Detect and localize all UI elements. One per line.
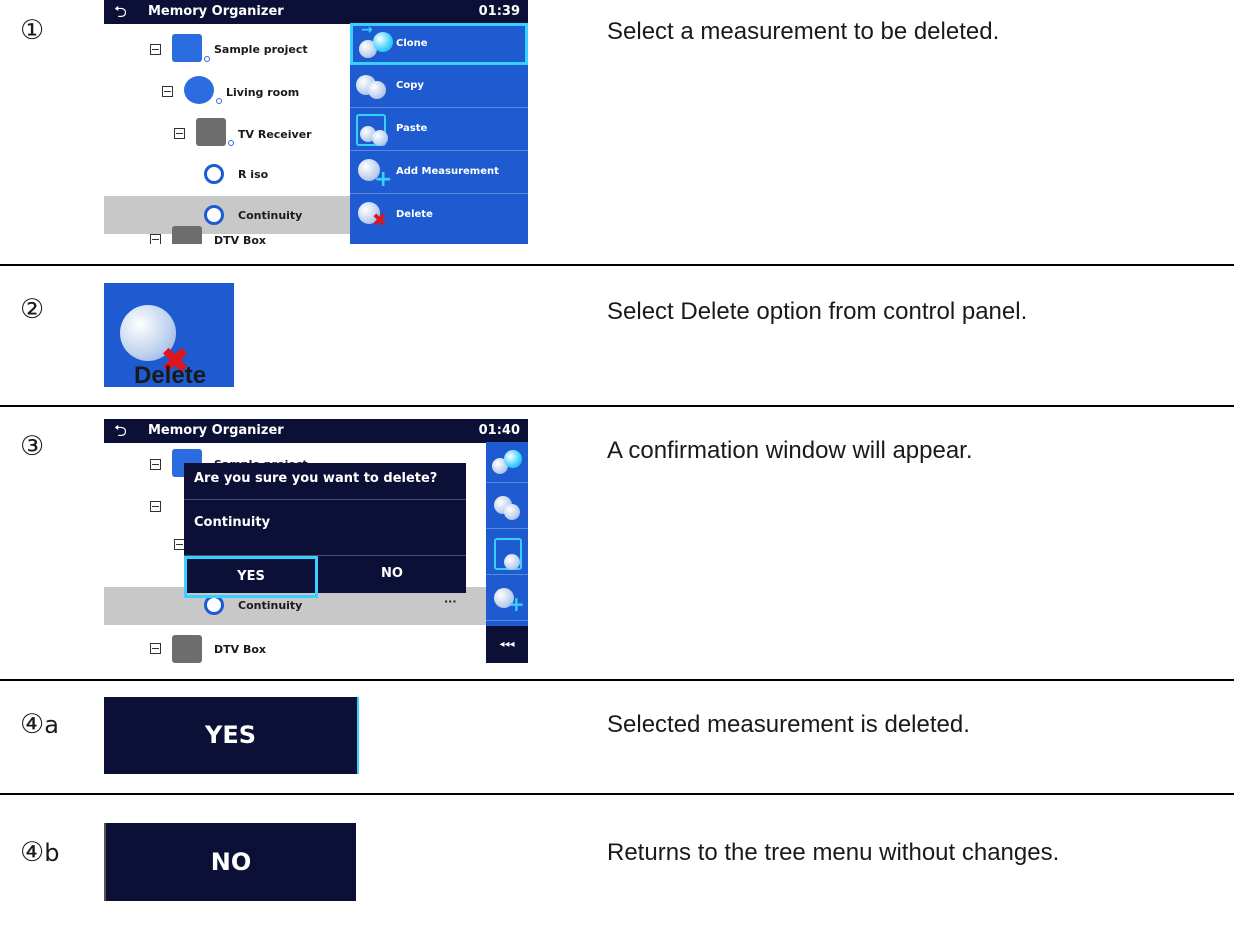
appliance-icon	[196, 118, 226, 146]
divider	[0, 405, 1234, 407]
memory-organizer-screen-1: ⮌ Memory Organizer 01:39 Sample project …	[104, 0, 528, 244]
collapse-icon[interactable]	[150, 44, 161, 55]
x-icon: ✖	[372, 210, 388, 231]
step-2-number: ②	[20, 294, 45, 325]
step-1-description: Select a measurement to be deleted.	[607, 18, 1000, 45]
screen-title: Memory Organizer	[148, 4, 284, 19]
control-panel: → Clone Copy Paste + Add Measurement ✖ D…	[350, 22, 528, 244]
clone-icon-ball	[504, 450, 522, 468]
tree-item-r-iso[interactable]: R iso	[238, 168, 268, 181]
paste-icon-ball	[372, 130, 388, 146]
paste-option[interactable]: Paste	[350, 108, 528, 151]
title-bar: ⮌ Memory Organizer 01:40	[104, 419, 528, 443]
tree-item-continuity[interactable]: Continuity	[238, 599, 302, 612]
collapse-icon[interactable]	[150, 501, 161, 512]
memory-organizer-screen-3: ⮌ Memory Organizer 01:40 Sample project …	[104, 419, 528, 663]
plus-icon: +	[508, 592, 525, 616]
copy-label: Copy	[396, 80, 424, 91]
node-dot-icon	[204, 56, 210, 62]
delete-label: Delete	[396, 209, 433, 220]
project-icon	[172, 34, 202, 62]
step-4b-number: ④b	[20, 839, 59, 866]
clone-option[interactable]	[486, 442, 528, 483]
yes-label: YES	[204, 721, 257, 749]
tree-item-sample-project[interactable]: Sample project	[214, 43, 308, 56]
clock: 01:40	[478, 423, 520, 438]
no-label: NO	[210, 848, 252, 876]
step-2-description: Select Delete option from control panel.	[607, 298, 1028, 325]
tree-item-continuity[interactable]: Continuity	[238, 209, 302, 222]
collapse-icon[interactable]	[174, 128, 185, 139]
back-icon[interactable]: ⮌	[114, 1, 127, 28]
step-4a-description: Selected measurement is deleted.	[607, 711, 970, 738]
node-dot-icon	[216, 98, 222, 104]
delete-caption: Delete	[134, 362, 207, 389]
node-dot-icon	[228, 140, 234, 146]
copy-option[interactable]	[486, 488, 528, 529]
measurement-icon	[204, 595, 224, 615]
no-button-large[interactable]: NO	[104, 823, 356, 901]
confirm-item-name: Continuity	[194, 515, 271, 530]
clone-label: Clone	[396, 38, 428, 49]
clock: 01:39	[478, 4, 520, 19]
back-icon[interactable]: ⮌	[114, 420, 127, 447]
control-panel-collapsed: + ◂◂◂	[486, 442, 528, 663]
measurement-icon	[204, 164, 224, 184]
yes-button[interactable]: YES	[184, 556, 318, 598]
tree-item-dtv-box[interactable]: DTV Box	[214, 643, 266, 656]
tree-item-dtv-box[interactable]: DTV Box	[214, 234, 266, 244]
delete-option[interactable]: ✖ Delete	[350, 194, 528, 236]
collapse-icon[interactable]	[150, 643, 161, 654]
paste-label: Paste	[396, 123, 428, 134]
collapse-icon[interactable]	[150, 234, 161, 244]
add-measurement-option[interactable]: +	[486, 580, 528, 621]
tree-item-living-room[interactable]: Living room	[226, 86, 299, 99]
copy-icon-ball	[504, 504, 520, 520]
yes-button-large[interactable]: YES	[104, 697, 359, 774]
appliance-icon	[172, 635, 202, 663]
step-3-number: ③	[20, 431, 45, 462]
clone-option[interactable]: → Clone	[350, 22, 528, 65]
expand-panel-button[interactable]: ◂◂◂	[486, 626, 528, 663]
no-button[interactable]: NO	[324, 557, 460, 591]
appliance-icon	[172, 226, 202, 244]
paste-option[interactable]	[486, 534, 528, 575]
step-4b-description: Returns to the tree menu without changes…	[607, 839, 1060, 866]
more-icon[interactable]: ···	[444, 595, 457, 608]
measurement-icon	[204, 205, 224, 225]
divider	[0, 264, 1234, 266]
copy-icon-ball	[368, 81, 386, 99]
step-4b-suffix: b	[44, 839, 60, 867]
step-4a-suffix: a	[44, 711, 59, 739]
step-4a-number: ④a	[20, 711, 59, 738]
paste-icon-ball	[504, 554, 520, 570]
arrow-icon: →	[361, 22, 373, 38]
title-bar: ⮌ Memory Organizer 01:39	[104, 0, 528, 24]
step-1-number: ①	[20, 15, 45, 46]
collapse-icon[interactable]	[162, 86, 173, 97]
tree-item-tv-receiver[interactable]: TV Receiver	[238, 128, 312, 141]
divider	[0, 679, 1234, 681]
confirm-dialog: Are you sure you want to delete? Continu…	[184, 463, 466, 598]
location-icon	[184, 76, 214, 104]
add-measurement-option[interactable]: + Add Measurement	[350, 151, 528, 194]
step-4a-circle: ④	[20, 709, 45, 740]
copy-option[interactable]: Copy	[350, 65, 528, 108]
clone-icon-ball	[373, 32, 393, 52]
confirm-question: Are you sure you want to delete?	[194, 471, 438, 486]
divider	[184, 499, 466, 500]
step-3-description: A confirmation window will appear.	[607, 437, 973, 464]
divider	[0, 793, 1234, 795]
step-4b-circle: ④	[20, 837, 45, 868]
screen-title: Memory Organizer	[148, 423, 284, 438]
plus-icon: +	[374, 167, 393, 192]
add-measurement-label: Add Measurement	[396, 166, 499, 177]
collapse-icon[interactable]	[150, 459, 161, 470]
